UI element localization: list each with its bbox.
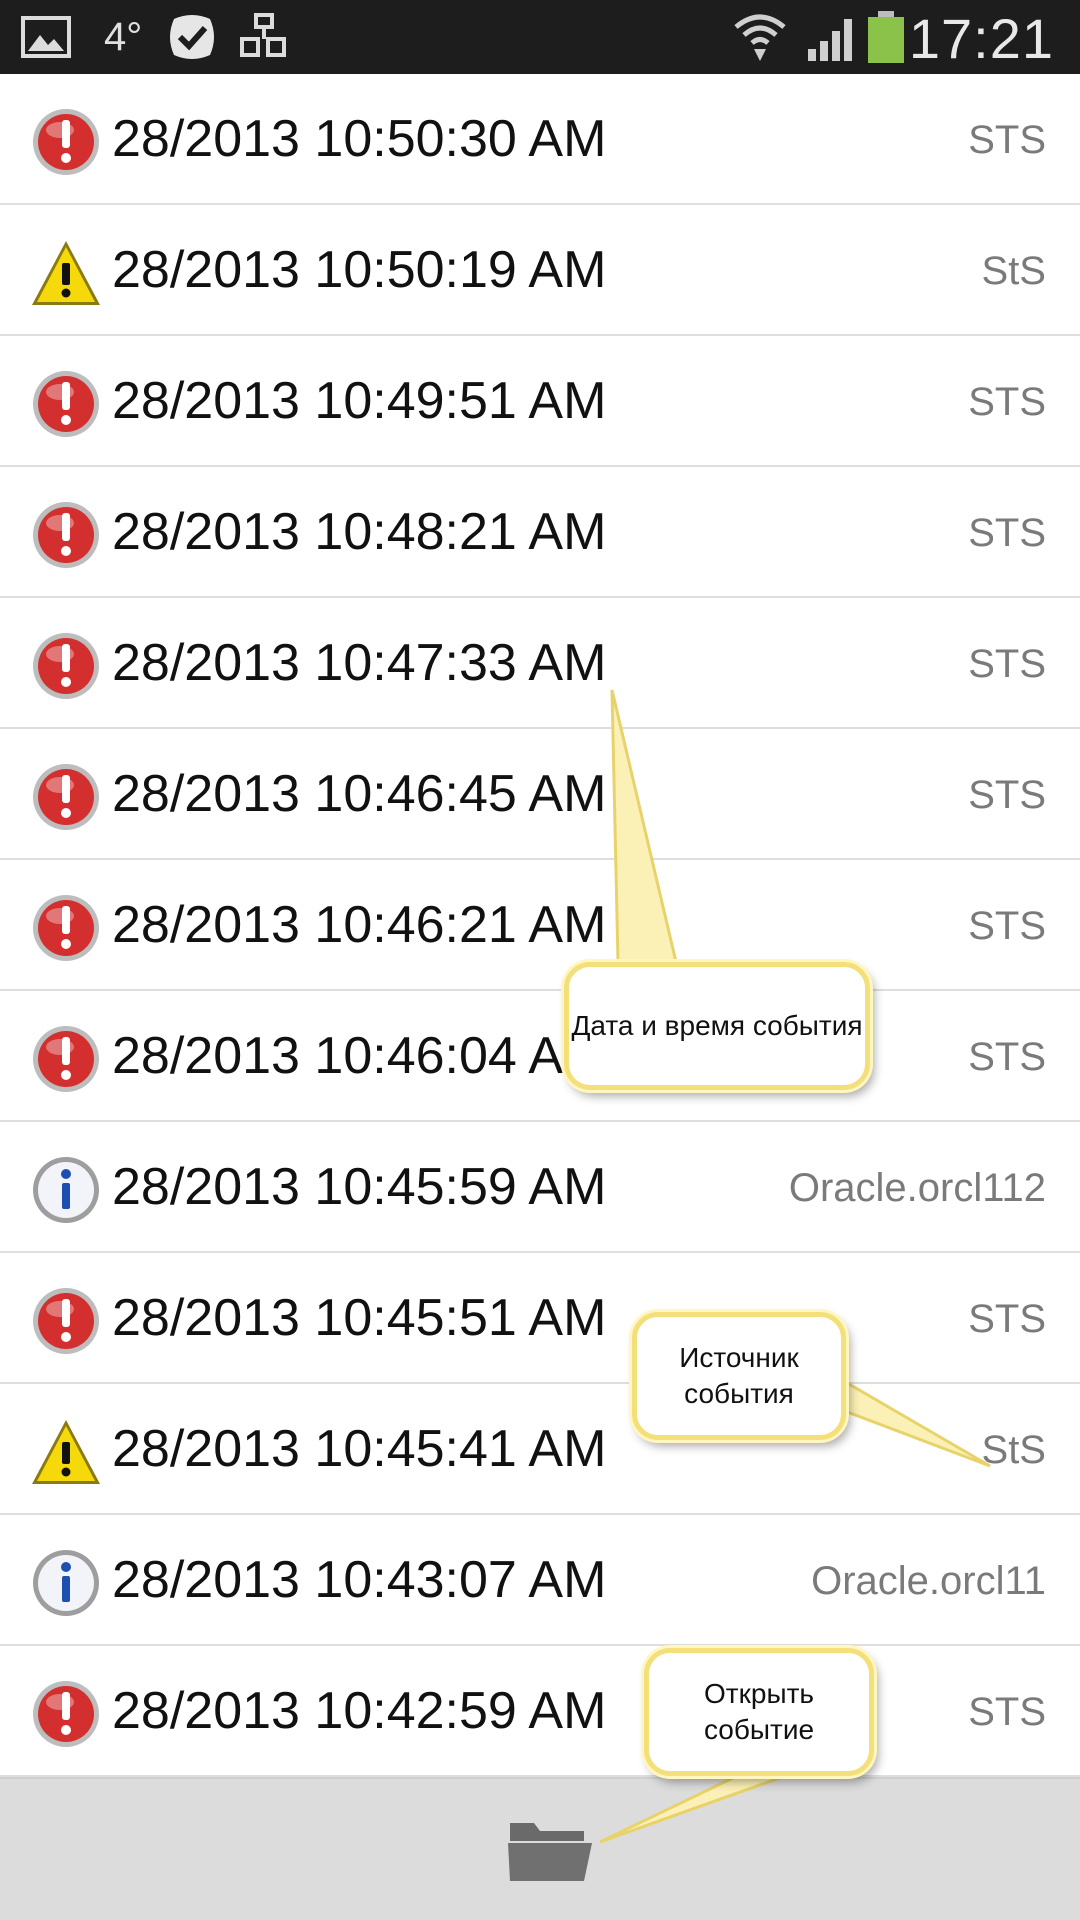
info-icon [30, 1547, 102, 1619]
error-icon [30, 630, 102, 702]
event-source: Oracle.orcl112 [788, 1166, 1046, 1210]
event-source: STS [968, 1690, 1046, 1734]
event-datetime: 28/2013 10:43:07 AM [112, 1551, 607, 1609]
event-datetime: 28/2013 10:45:59 AM [112, 1158, 607, 1216]
folder-icon [508, 1823, 592, 1881]
clock: 17:21 [908, 7, 1054, 70]
usb-debug-icon [236, 10, 292, 64]
callout-open: Открыть событие [644, 1648, 874, 1776]
error-icon [30, 1678, 102, 1750]
event-datetime: 28/2013 10:48:21 AM [112, 503, 607, 561]
event-source: STS [968, 1297, 1046, 1341]
event-datetime: 28/2013 10:50:19 AM [112, 241, 607, 299]
event-datetime: 28/2013 10:46:45 AM [112, 765, 607, 823]
event-source: STS [968, 380, 1046, 424]
error-icon [30, 106, 102, 178]
event-row[interactable]: 28/2013 10:49:51 AM STS [0, 336, 1080, 467]
event-source: STS [968, 773, 1046, 817]
battery-icon [866, 10, 906, 64]
event-row[interactable]: 28/2013 10:43:07 AM Oracle.orcl11 [0, 1515, 1080, 1646]
event-source: STS [968, 511, 1046, 555]
task-check-icon [164, 10, 220, 64]
event-source: STS [968, 642, 1046, 686]
event-row[interactable]: 28/2013 10:42:59 AM STS [0, 1646, 1080, 1777]
event-row[interactable]: 28/2013 10:48:21 AM STS [0, 467, 1080, 598]
gallery-icon [20, 10, 72, 64]
event-datetime: 28/2013 10:49:51 AM [112, 372, 607, 430]
event-row[interactable]: 28/2013 10:45:51 AM STS [0, 1253, 1080, 1384]
event-source: STS [968, 118, 1046, 162]
event-source: Oracle.orcl11 [811, 1559, 1046, 1603]
open-event-button[interactable] [500, 1807, 600, 1893]
event-list: 28/2013 10:50:30 AM STS 28/2013 10:50:19 … [0, 74, 1080, 1777]
event-source: STS [968, 1035, 1046, 1079]
event-row[interactable]: 28/2013 10:45:59 AM Oracle.orcl112 [0, 1122, 1080, 1253]
event-row[interactable]: 28/2013 10:46:04 AM STS [0, 991, 1080, 1122]
temperature-text: 4° [104, 14, 143, 59]
event-datetime: 28/2013 10:45:51 AM [112, 1289, 607, 1347]
event-row[interactable]: 28/2013 10:47:33 AM STS [0, 598, 1080, 729]
event-row[interactable]: 28/2013 10:45:41 AM StS [0, 1384, 1080, 1515]
callout-datetime: Дата и время события [564, 962, 870, 1090]
event-source: StS [981, 1428, 1046, 1472]
event-datetime: 28/2013 10:47:33 AM [112, 634, 607, 692]
error-icon [30, 1023, 102, 1095]
info-icon [30, 1154, 102, 1226]
error-icon [30, 368, 102, 440]
error-icon [30, 761, 102, 833]
event-datetime: 28/2013 10:42:59 AM [112, 1682, 607, 1740]
event-row[interactable]: 28/2013 10:46:21 AM STS [0, 860, 1080, 991]
wifi-icon [732, 10, 788, 64]
event-source: STS [968, 904, 1046, 948]
event-datetime: 28/2013 10:46:04 AM [112, 1027, 607, 1085]
error-icon [30, 892, 102, 964]
event-datetime: 28/2013 10:46:21 AM [112, 896, 607, 954]
event-source: StS [981, 249, 1046, 293]
event-row[interactable]: 28/2013 10:50:19 AM StS [0, 205, 1080, 336]
warning-icon [30, 237, 102, 309]
event-row[interactable]: 28/2013 10:50:30 AM STS [0, 74, 1080, 205]
callout-source: Источник события [632, 1312, 846, 1440]
signal-icon [804, 10, 860, 64]
error-icon [30, 1285, 102, 1357]
bottom-action-bar [0, 1777, 1080, 1920]
event-datetime: 28/2013 10:45:41 AM [112, 1420, 607, 1478]
event-row[interactable]: 28/2013 10:46:45 AM STS [0, 729, 1080, 860]
error-icon [30, 499, 102, 571]
warning-icon [30, 1416, 102, 1488]
status-bar: 4° 17:21 [0, 0, 1080, 74]
event-datetime: 28/2013 10:50:30 AM [112, 110, 607, 168]
